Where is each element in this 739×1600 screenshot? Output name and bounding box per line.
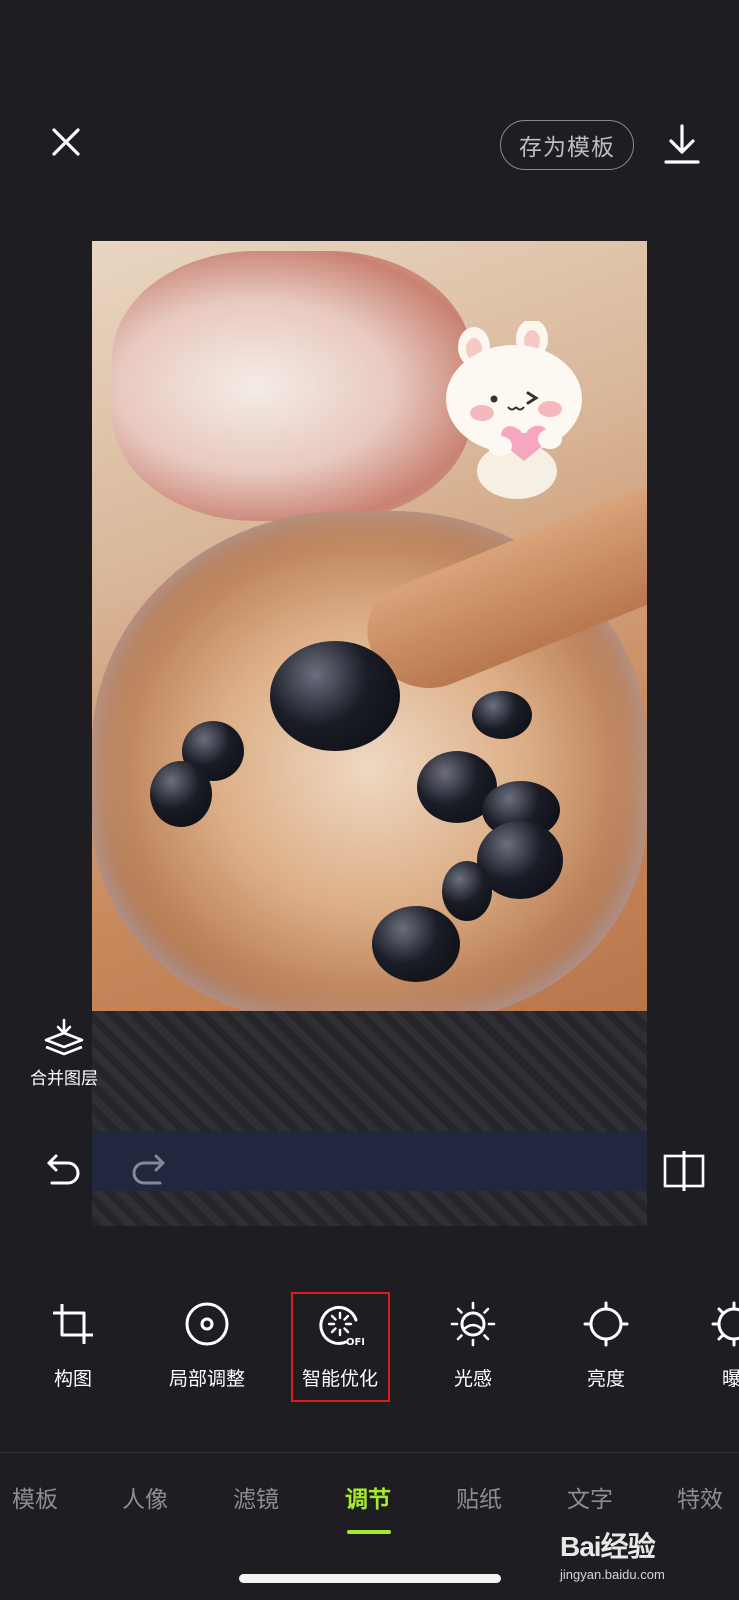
close-icon (52, 128, 80, 156)
tool-local-adjust[interactable]: 局部调整 (147, 1300, 267, 1391)
save-as-template-button[interactable]: 存为模板 (500, 120, 634, 170)
merge-layers-button[interactable]: 合并图层 (26, 1018, 102, 1090)
tool-brightness[interactable]: 亮度 (546, 1300, 666, 1391)
tab-filter[interactable]: 滤镜 (233, 1480, 279, 1514)
tab-effects[interactable]: 特效 (677, 1480, 723, 1514)
photo-tray-mat (92, 1011, 647, 1226)
download-button[interactable] (660, 122, 704, 168)
tool-label: 光感 (453, 1368, 492, 1390)
compare-icon (663, 1151, 705, 1191)
tool-crop[interactable]: 构图 (13, 1300, 133, 1391)
tool-light-sense[interactable]: 光感 (413, 1300, 533, 1391)
tab-portrait[interactable]: 人像 (122, 1480, 168, 1514)
photo-pearl (372, 906, 460, 982)
local-adjust-icon (185, 1302, 229, 1346)
home-indicator[interactable] (239, 1574, 501, 1583)
divider (0, 1452, 739, 1453)
close-button[interactable] (44, 120, 88, 164)
highlight-box (291, 1292, 390, 1402)
photo-canvas[interactable] (92, 241, 647, 1226)
bear-sticker-icon[interactable] (442, 321, 592, 501)
photo-food-wrapper (112, 251, 472, 521)
photo-pearl (270, 641, 400, 751)
brightness-icon (583, 1301, 629, 1347)
photo-tray-edge (92, 1131, 647, 1191)
exposure-icon (711, 1301, 739, 1347)
baidu-watermark: Bai经验 jingyan.baidu.com (560, 1525, 730, 1585)
photo-pearl (442, 861, 492, 921)
crop-icon (53, 1304, 93, 1344)
merge-layers-label: 合并图层 (30, 1069, 98, 1089)
redo-button[interactable] (128, 1150, 168, 1190)
tab-text[interactable]: 文字 (567, 1480, 613, 1514)
download-icon (664, 124, 700, 164)
compare-button[interactable] (662, 1150, 706, 1192)
light-sense-icon (450, 1301, 496, 1347)
undo-icon (47, 1154, 80, 1185)
redo-icon (132, 1154, 165, 1185)
tab-sticker[interactable]: 贴纸 (456, 1480, 502, 1514)
photo-pearl (472, 691, 532, 739)
merge-layers-icon (44, 1018, 84, 1056)
photo-pearl (150, 761, 212, 827)
tab-template[interactable]: 模板 (12, 1480, 58, 1514)
watermark-url: jingyan.baidu.com (560, 1567, 665, 1582)
tool-exposure[interactable]: 曝 (680, 1300, 739, 1391)
tool-label: 构图 (53, 1368, 92, 1390)
tool-label: 曝 (722, 1368, 739, 1390)
active-tab-indicator (347, 1530, 391, 1534)
undo-button[interactable] (44, 1150, 84, 1190)
tool-label: 亮度 (586, 1368, 625, 1390)
tool-label: 局部调整 (168, 1368, 245, 1390)
tab-adjust[interactable]: 调节 (345, 1480, 391, 1514)
watermark-brand: Bai经验 (560, 1531, 656, 1562)
